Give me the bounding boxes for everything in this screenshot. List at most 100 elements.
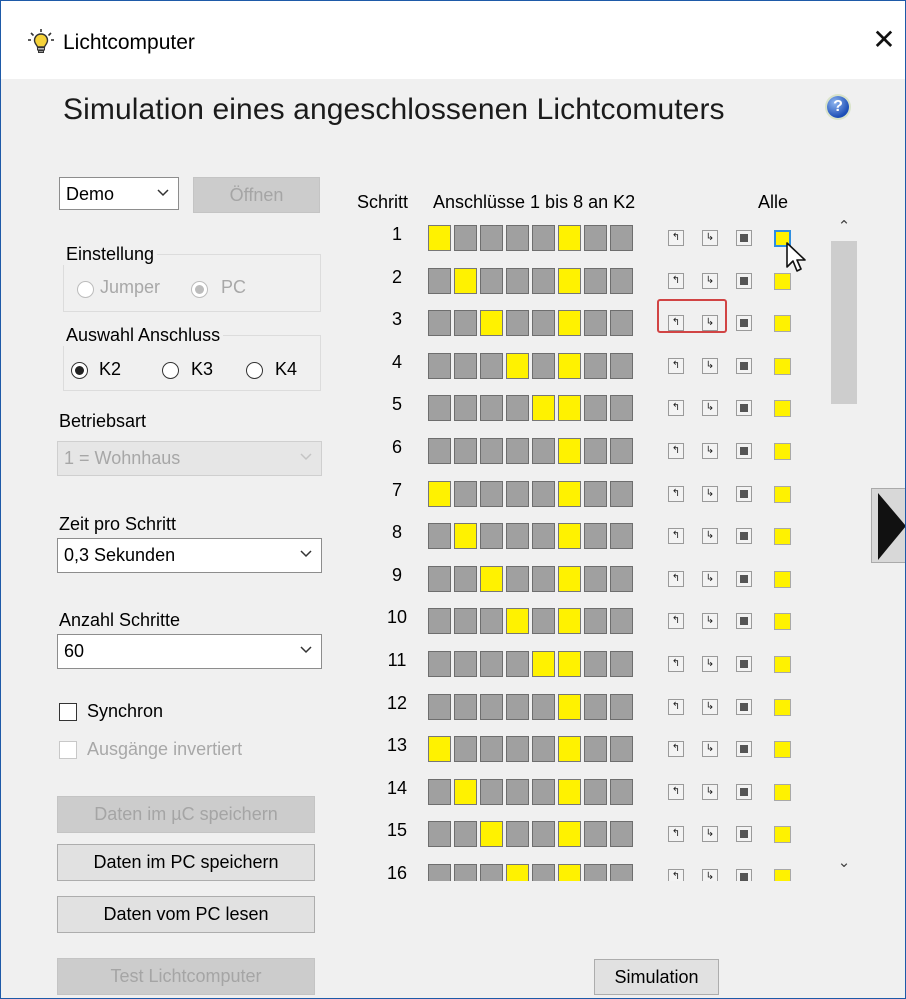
output-cell-5[interactable] [532, 395, 555, 422]
output-cell-8[interactable] [610, 565, 633, 592]
radio-k3[interactable] [162, 362, 179, 379]
output-cell-4[interactable] [506, 821, 529, 848]
shift-right-icon[interactable]: ↳ [702, 357, 718, 374]
output-cell-1[interactable] [428, 352, 451, 379]
output-cell-6[interactable] [558, 438, 581, 464]
anzahl-select[interactable]: 60 [57, 634, 322, 669]
shift-left-icon[interactable]: ↰ [668, 783, 684, 800]
output-cell-6[interactable] [558, 267, 581, 294]
shift-left-icon[interactable]: ↰ [668, 485, 684, 502]
output-cell-4[interactable] [506, 736, 529, 763]
output-cell-7[interactable] [584, 310, 607, 337]
output-cell-5[interactable] [532, 821, 555, 848]
output-cell-3[interactable] [480, 651, 503, 677]
output-cell-6[interactable] [558, 480, 581, 507]
radio-jumper[interactable] [77, 281, 94, 298]
output-cell-1[interactable] [428, 310, 451, 337]
output-cell-6[interactable] [558, 651, 581, 677]
output-cell-8[interactable] [610, 310, 633, 337]
output-cell-7[interactable] [584, 267, 607, 294]
output-cell-4[interactable] [506, 523, 529, 550]
close-button[interactable]: ✕ [867, 23, 901, 57]
output-cell-6[interactable] [558, 693, 581, 720]
clear-row-icon[interactable] [736, 613, 752, 630]
output-cell-6[interactable] [558, 821, 581, 848]
radio-pc[interactable] [191, 281, 208, 298]
output-cell-7[interactable] [584, 693, 607, 720]
output-cell-5[interactable] [532, 693, 555, 720]
output-cell-6[interactable] [558, 352, 581, 379]
output-cell-8[interactable] [610, 267, 633, 294]
alle-toggle[interactable] [774, 783, 791, 801]
output-cell-4[interactable] [506, 438, 529, 464]
shift-right-icon[interactable]: ↳ [702, 741, 718, 758]
output-cell-6[interactable] [558, 565, 581, 592]
output-cell-8[interactable] [610, 438, 633, 464]
output-cell-3[interactable] [480, 523, 503, 550]
betriebsart-select[interactable]: 1 = Wohnhaus [57, 441, 322, 476]
output-cell-4[interactable] [506, 565, 529, 592]
output-cell-8[interactable] [610, 480, 633, 507]
clear-row-icon[interactable] [736, 230, 752, 246]
output-cell-7[interactable] [584, 523, 607, 550]
shift-right-icon[interactable]: ↳ [702, 656, 718, 672]
output-cell-8[interactable] [610, 523, 633, 550]
output-cell-1[interactable] [428, 778, 451, 805]
output-cell-2[interactable] [454, 267, 477, 294]
output-cell-2[interactable] [454, 693, 477, 720]
shift-right-icon[interactable]: ↳ [702, 826, 718, 843]
output-cell-4[interactable] [506, 395, 529, 422]
output-cell-1[interactable] [428, 225, 451, 251]
alle-toggle[interactable] [774, 528, 791, 546]
output-cell-6[interactable] [558, 736, 581, 763]
output-cell-2[interactable] [454, 438, 477, 464]
open-button[interactable]: Öffnen [193, 177, 320, 213]
scroll-thumb[interactable] [831, 241, 857, 404]
output-cell-5[interactable] [532, 438, 555, 464]
output-cell-4[interactable] [506, 225, 529, 251]
output-cell-3[interactable] [480, 352, 503, 379]
output-cell-3[interactable] [480, 438, 503, 464]
next-arrow-button[interactable] [871, 488, 905, 563]
clear-row-icon[interactable] [736, 698, 752, 715]
output-cell-2[interactable] [454, 651, 477, 677]
output-cell-7[interactable] [584, 778, 607, 805]
clear-row-icon[interactable] [736, 272, 752, 289]
alle-toggle[interactable] [774, 656, 791, 673]
test-lichtcomputer-button[interactable]: Test Lichtcomputer [57, 958, 315, 995]
save-uc-button[interactable]: Daten im µC speichern [57, 796, 315, 833]
output-cell-3[interactable] [480, 225, 503, 251]
output-cell-8[interactable] [610, 778, 633, 805]
output-cell-6[interactable] [558, 395, 581, 422]
output-cell-1[interactable] [428, 523, 451, 550]
shift-right-icon[interactable]: ↳ [702, 613, 718, 630]
output-cell-8[interactable] [610, 352, 633, 379]
output-cell-7[interactable] [584, 736, 607, 763]
clear-row-icon[interactable] [736, 485, 752, 502]
output-cell-1[interactable] [428, 480, 451, 507]
shift-left-icon[interactable]: ↰ [668, 528, 684, 545]
shift-left-icon[interactable]: ↰ [668, 869, 684, 881]
output-cell-3[interactable] [480, 480, 503, 507]
output-cell-1[interactable] [428, 651, 451, 677]
output-cell-8[interactable] [610, 608, 633, 635]
output-cell-1[interactable] [428, 821, 451, 848]
output-cell-5[interactable] [532, 651, 555, 677]
output-cell-2[interactable] [454, 480, 477, 507]
output-cell-5[interactable] [532, 523, 555, 550]
output-cell-8[interactable] [610, 821, 633, 848]
output-cell-7[interactable] [584, 352, 607, 379]
output-cell-5[interactable] [532, 778, 555, 805]
zeit-select[interactable]: 0,3 Sekunden [57, 538, 322, 573]
output-cell-2[interactable] [454, 523, 477, 550]
mode-select[interactable]: Demo [59, 177, 179, 210]
output-cell-2[interactable] [454, 310, 477, 337]
output-cell-8[interactable] [610, 736, 633, 763]
alle-toggle[interactable] [774, 357, 791, 375]
clear-row-icon[interactable] [736, 315, 752, 332]
output-cell-5[interactable] [532, 310, 555, 337]
output-cell-1[interactable] [428, 395, 451, 422]
shift-right-icon[interactable]: ↳ [702, 272, 718, 289]
shift-right-icon[interactable]: ↳ [702, 783, 718, 800]
alle-toggle[interactable] [774, 272, 791, 290]
